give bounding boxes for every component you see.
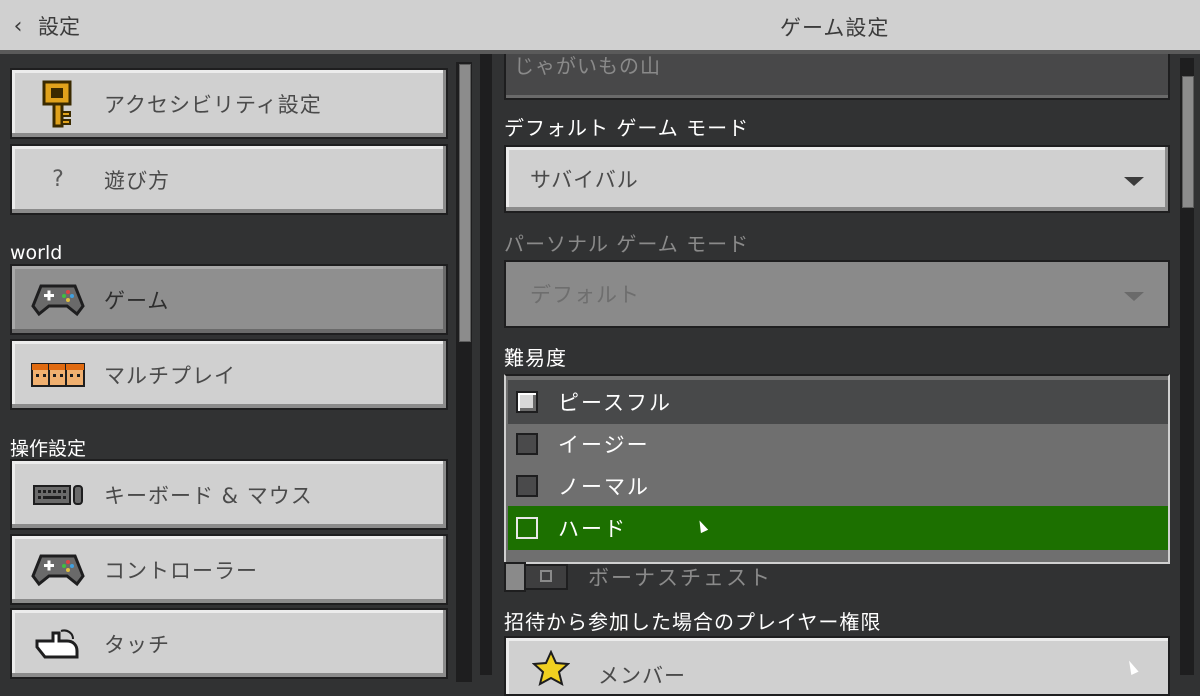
sidebar-item-game[interactable]: ゲーム — [10, 264, 448, 335]
key-icon — [28, 80, 88, 128]
sidebar-item-multiplayer[interactable]: マルチプレイ — [10, 339, 448, 410]
radio-selected-icon — [516, 391, 538, 413]
star-icon — [531, 649, 571, 690]
sidebar-item-label: キーボード & マウス — [104, 483, 313, 508]
chevron-left-icon: ‹ — [13, 13, 23, 39]
invite-permission-label: 招待から参加した場合のプレイヤー権限 — [504, 610, 882, 634]
sidebar-item-label: タッチ — [104, 632, 170, 657]
sidebar-item-how-to-play[interactable]: ? 遊び方 — [10, 144, 448, 215]
back-label: 設定 — [38, 15, 80, 39]
option-label: ピースフル — [558, 391, 672, 415]
option-label: ノーマル — [558, 475, 650, 499]
personal-game-mode-value: デフォルト — [530, 283, 640, 307]
world-name-field[interactable]: じゃがいもの山 — [504, 54, 1170, 100]
toggle-off-icon — [540, 570, 552, 582]
gamepad-icon — [28, 276, 88, 324]
difficulty-label: 難易度 — [504, 346, 567, 370]
sidebar-item-label: マルチプレイ — [104, 363, 236, 388]
section-title-world: world — [10, 242, 63, 264]
personal-game-mode-label: パーソナル ゲーム モード — [504, 232, 750, 256]
sidebar-item-keyboard-mouse[interactable]: キーボード & マウス — [10, 459, 448, 530]
sidebar-scrollbar-thumb[interactable] — [459, 64, 471, 342]
difficulty-dropdown-list: ピースフル イージー ノーマル ハード — [504, 374, 1170, 564]
sidebar-item-label: 遊び方 — [104, 168, 170, 193]
sidebar-item-touch[interactable]: タッチ — [10, 608, 448, 679]
bonus-chest-label: ボーナスチェスト — [588, 566, 772, 590]
difficulty-option-hard[interactable]: ハード — [508, 506, 1168, 550]
question-icon: ? — [52, 167, 64, 192]
option-label: ハード — [558, 517, 627, 541]
chevron-down-icon — [1124, 292, 1144, 301]
settings-scrollbar-thumb[interactable] — [1182, 76, 1194, 208]
personal-game-mode-dropdown: デフォルト — [504, 260, 1170, 328]
sidebar-item-controller[interactable]: コントローラー — [10, 534, 448, 605]
bonus-chest-toggle[interactable] — [504, 562, 568, 592]
radio-empty-icon — [516, 433, 538, 455]
invite-permission-dropdown[interactable]: メンバー — [504, 636, 1170, 696]
keyboard-icon — [28, 471, 88, 519]
difficulty-option-normal[interactable]: ノーマル — [508, 464, 1168, 508]
sidebar-item-label: コントローラー — [104, 558, 258, 583]
sidebar-item-label: ゲーム — [104, 288, 170, 313]
top-bar: ‹ 設定 ゲーム設定 — [0, 0, 1200, 54]
default-game-mode-value: サバイバル — [530, 168, 639, 192]
default-game-mode-label: デフォルト ゲーム モード — [504, 116, 750, 140]
radio-empty-icon — [516, 475, 538, 497]
panel-divider — [480, 54, 492, 675]
controller-icon — [28, 546, 88, 594]
difficulty-option-easy[interactable]: イージー — [508, 422, 1168, 466]
default-game-mode-dropdown[interactable]: サバイバル — [504, 145, 1170, 213]
back-button[interactable]: ‹ 設定 — [10, 10, 80, 42]
section-title-controls: 操作設定 — [10, 438, 87, 460]
toggle-knob — [504, 562, 526, 592]
chevron-down-icon — [1124, 177, 1144, 186]
page-title: ゲーム設定 — [780, 16, 890, 40]
sidebar-item-accessibility[interactable]: アクセシビリティ設定 — [10, 68, 448, 139]
sidebar-item-label: アクセシビリティ設定 — [104, 92, 322, 117]
difficulty-option-peaceful[interactable]: ピースフル — [508, 380, 1168, 424]
players-icon — [28, 351, 88, 399]
option-label: イージー — [558, 433, 650, 457]
touch-icon — [28, 620, 88, 668]
radio-empty-icon — [516, 517, 538, 539]
invite-permission-value: メンバー — [598, 664, 686, 688]
